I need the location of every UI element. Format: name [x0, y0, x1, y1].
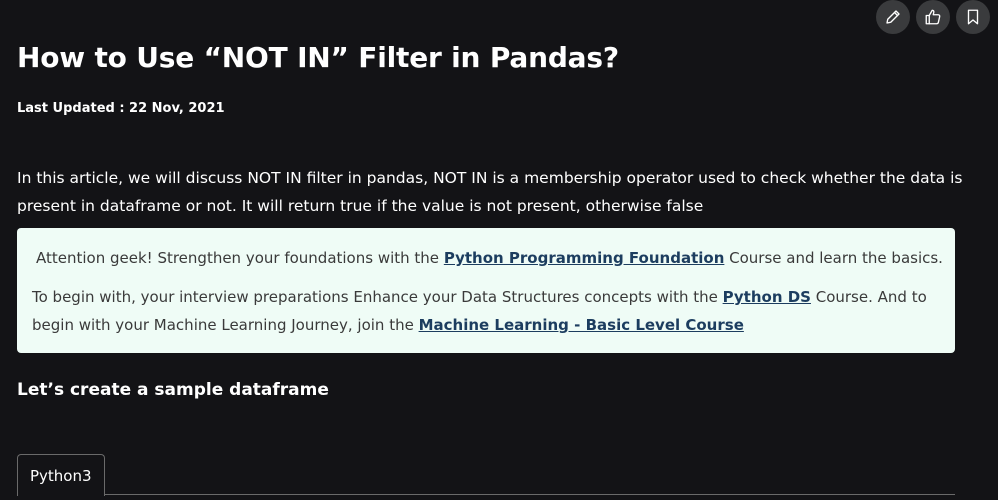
promo-note: Attention geek! Strengthen your foundati…: [17, 228, 955, 353]
promo-text: To begin with, your interview preparatio…: [32, 288, 723, 306]
python-foundation-link[interactable]: Python Programming Foundation: [444, 249, 725, 267]
promo-line-courses: To begin with, your interview preparatio…: [32, 283, 940, 339]
edit-button[interactable]: [876, 0, 910, 34]
promo-line-foundation: Attention geek! Strengthen your foundati…: [32, 244, 943, 272]
section-heading: Let’s create a sample dataframe: [17, 380, 329, 400]
bookmark-icon: [967, 9, 979, 25]
code-block: Python3: [17, 454, 955, 500]
article-actions: [876, 0, 990, 34]
thumbs-up-icon: [925, 9, 941, 25]
promo-text: Course and learn the basics.: [724, 249, 943, 267]
bookmark-button[interactable]: [956, 0, 990, 34]
python-ds-link[interactable]: Python DS: [723, 288, 811, 306]
pencil-icon: [886, 10, 900, 24]
article-title: How to Use “NOT IN” Filter in Pandas?: [17, 41, 619, 74]
last-updated: Last Updated : 22 Nov, 2021: [17, 101, 225, 116]
tab-python3[interactable]: Python3: [17, 454, 105, 496]
machine-learning-link[interactable]: Machine Learning - Basic Level Course: [419, 316, 744, 334]
like-button[interactable]: [916, 0, 950, 34]
article-intro: In this article, we will discuss NOT IN …: [17, 169, 963, 215]
article-page: How to Use “NOT IN” Filter in Pandas? La…: [0, 0, 998, 500]
code-block-border: [17, 494, 955, 495]
promo-text: Attention geek! Strengthen your foundati…: [36, 249, 444, 267]
